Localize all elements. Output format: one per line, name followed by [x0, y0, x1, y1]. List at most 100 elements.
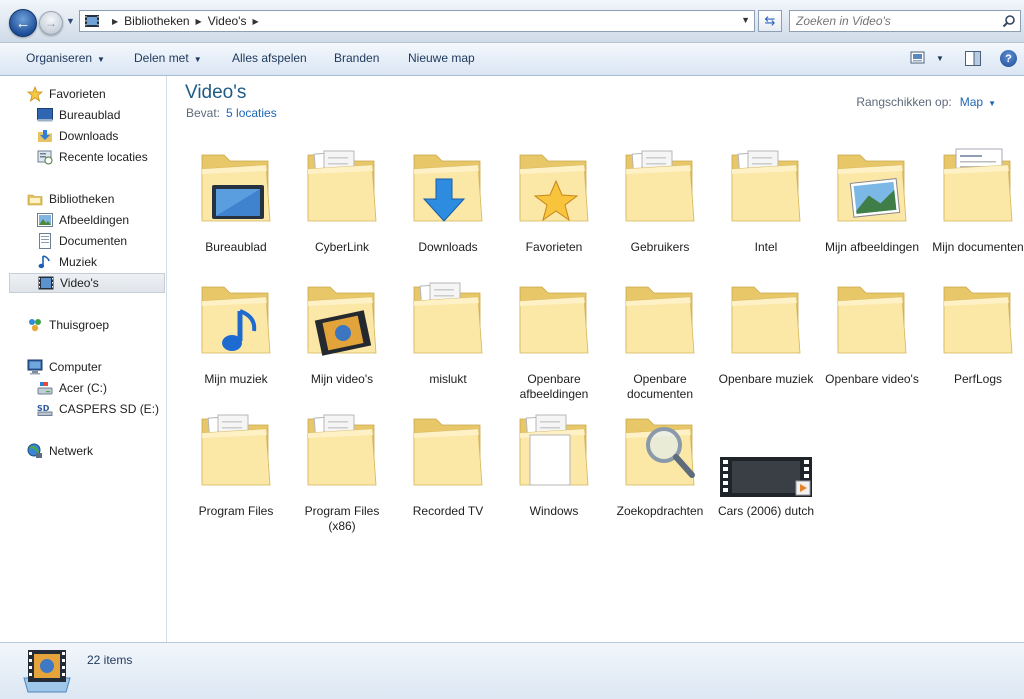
arrange-by: Rangschikken op: Map ▼	[856, 95, 996, 109]
folder-icon	[413, 418, 483, 486]
chevron-down-icon[interactable]: ▼	[988, 99, 996, 108]
folder-icon	[307, 414, 377, 486]
nav-favorites[interactable]: Favorieten	[27, 84, 106, 104]
recent-pages-button[interactable]: ▼	[66, 16, 75, 26]
nav-label: Downloads	[59, 129, 119, 143]
preview-pane-icon[interactable]	[965, 51, 981, 66]
nav-network[interactable]: Netwerk	[27, 441, 93, 461]
nav-homegroup[interactable]: Thuisgroep	[27, 315, 109, 335]
nav-label: Afbeeldingen	[59, 213, 130, 227]
folder-item[interactable]: Gebruikers	[609, 141, 711, 267]
nav-documents[interactable]: Documenten	[37, 231, 127, 251]
nav-downloads[interactable]: Downloads	[37, 126, 118, 146]
folder-item[interactable]: Bureaublad	[185, 141, 287, 267]
nav-label: Favorieten	[49, 87, 106, 101]
folder-item[interactable]: Favorieten	[503, 141, 605, 267]
play-all-button[interactable]: Alles afspelen	[232, 51, 307, 65]
folder-item[interactable]: Mijn muziek	[185, 273, 287, 399]
folder-item[interactable]: Windows	[503, 405, 605, 531]
new-folder-button[interactable]: Nieuwe map	[408, 51, 475, 65]
folder-icon	[625, 418, 695, 486]
refresh-button[interactable]: ⇆	[758, 10, 782, 32]
item-thumbnail	[612, 141, 708, 237]
desktop-icon	[37, 108, 53, 122]
nav-pictures[interactable]: Afbeeldingen	[37, 210, 129, 230]
folder-icon	[201, 154, 271, 222]
folder-item[interactable]: Program Files	[185, 405, 287, 531]
breadcrumb-separator[interactable]: ▶	[112, 17, 118, 26]
change-view-button[interactable]: ▼	[910, 51, 944, 65]
folder-item[interactable]: Mijn video's	[291, 273, 393, 399]
folder-icon	[731, 286, 801, 354]
folder-icon	[943, 148, 1013, 222]
folder-item[interactable]: Openbare video's	[821, 273, 923, 399]
item-thumbnail	[824, 273, 920, 369]
breadcrumb-separator[interactable]: ▶	[196, 17, 202, 26]
nav-label: Acer (C:)	[59, 381, 107, 395]
arrow-left-icon: ←	[15, 14, 31, 32]
forward-button[interactable]: →	[39, 11, 63, 35]
item-thumbnail	[824, 141, 920, 237]
file-item[interactable]: Cars (2006) dutch	[715, 405, 817, 531]
search-box[interactable]	[789, 10, 1021, 32]
nav-desktop[interactable]: Bureaublad	[37, 105, 120, 125]
library-locations-link[interactable]: 5 locaties	[226, 106, 277, 120]
nav-music[interactable]: Muziek	[37, 252, 97, 272]
folder-item[interactable]: Recorded TV	[397, 405, 499, 531]
folder-item[interactable]: Program Files (x86)	[291, 405, 393, 533]
breadcrumb-videos[interactable]: Video's	[208, 14, 247, 28]
share-with-button[interactable]: Delen met ▼	[134, 51, 202, 65]
folder-item[interactable]: Mijn afbeeldingen	[821, 141, 923, 267]
burn-button[interactable]: Branden	[334, 51, 379, 65]
arrange-by-dropdown[interactable]: Map	[960, 95, 983, 109]
item-label: Openbare afbeeldingen	[519, 372, 589, 401]
nav-libraries[interactable]: Bibliotheken	[27, 189, 114, 209]
item-label: Cars (2006) dutch	[717, 504, 815, 518]
nav-drive-e[interactable]: SD CASPERS SD (E:)	[37, 399, 159, 419]
item-label: Zoekopdrachten	[616, 504, 704, 518]
libraries-icon	[27, 194, 43, 206]
file-view[interactable]: Video's Bevat: 5 locaties Rangschikken op…	[167, 76, 1024, 642]
nav-computer[interactable]: Computer	[27, 357, 102, 377]
address-field[interactable]: ▶ Bibliotheken ▶ Video's ▶ ▼	[79, 10, 755, 32]
arrow-right-icon: →	[45, 16, 57, 30]
item-label: Bureaublad	[205, 240, 267, 254]
search-icon[interactable]	[1002, 14, 1016, 28]
chevron-down-icon[interactable]: ▼	[936, 54, 944, 63]
breadcrumb-libraries[interactable]: Bibliotheken	[124, 14, 189, 28]
nav-videos[interactable]: Video's	[9, 273, 165, 293]
item-thumbnail	[400, 141, 496, 237]
computer-icon	[27, 359, 43, 375]
folder-item[interactable]: PerfLogs	[927, 273, 1024, 399]
organize-button[interactable]: Organiseren ▼	[26, 51, 105, 65]
folder-item[interactable]: mislukt	[397, 273, 499, 399]
folder-icon	[625, 286, 695, 354]
search-input[interactable]	[790, 13, 1002, 29]
navigation-pane: Favorieten Bureaublad Downloads Recente …	[0, 76, 167, 642]
nav-recent[interactable]: Recente locaties	[37, 147, 148, 167]
video-file-icon	[720, 457, 812, 497]
library-title: Video's	[185, 82, 247, 103]
folder-icon	[201, 286, 271, 354]
item-thumbnail	[506, 405, 602, 501]
nav-label: Documenten	[59, 234, 128, 248]
folder-item[interactable]: Intel	[715, 141, 817, 267]
back-button[interactable]: ←	[9, 9, 37, 37]
folder-item[interactable]: Openbare documenten	[609, 273, 711, 401]
folder-item[interactable]: Openbare afbeeldingen	[503, 273, 605, 401]
folder-icon	[201, 414, 271, 486]
folder-item[interactable]: Mijn documenten	[927, 141, 1024, 267]
item-label: Mijn afbeeldingen	[824, 240, 920, 254]
breadcrumb-separator[interactable]: ▶	[252, 17, 258, 26]
folder-item[interactable]: CyberLink	[291, 141, 393, 267]
folder-icon	[307, 286, 377, 356]
item-thumbnail	[718, 405, 814, 501]
address-dropdown-icon[interactable]: ▼	[741, 15, 750, 25]
folder-item[interactable]: Openbare muziek	[715, 273, 817, 399]
help-button[interactable]: ?	[1000, 50, 1017, 67]
nav-drive-c[interactable]: Acer (C:)	[37, 378, 107, 398]
folder-icon	[837, 286, 907, 354]
folder-item[interactable]: Downloads	[397, 141, 499, 267]
folder-item[interactable]: Zoekopdrachten	[609, 405, 711, 531]
item-label: Openbare video's	[825, 372, 919, 386]
